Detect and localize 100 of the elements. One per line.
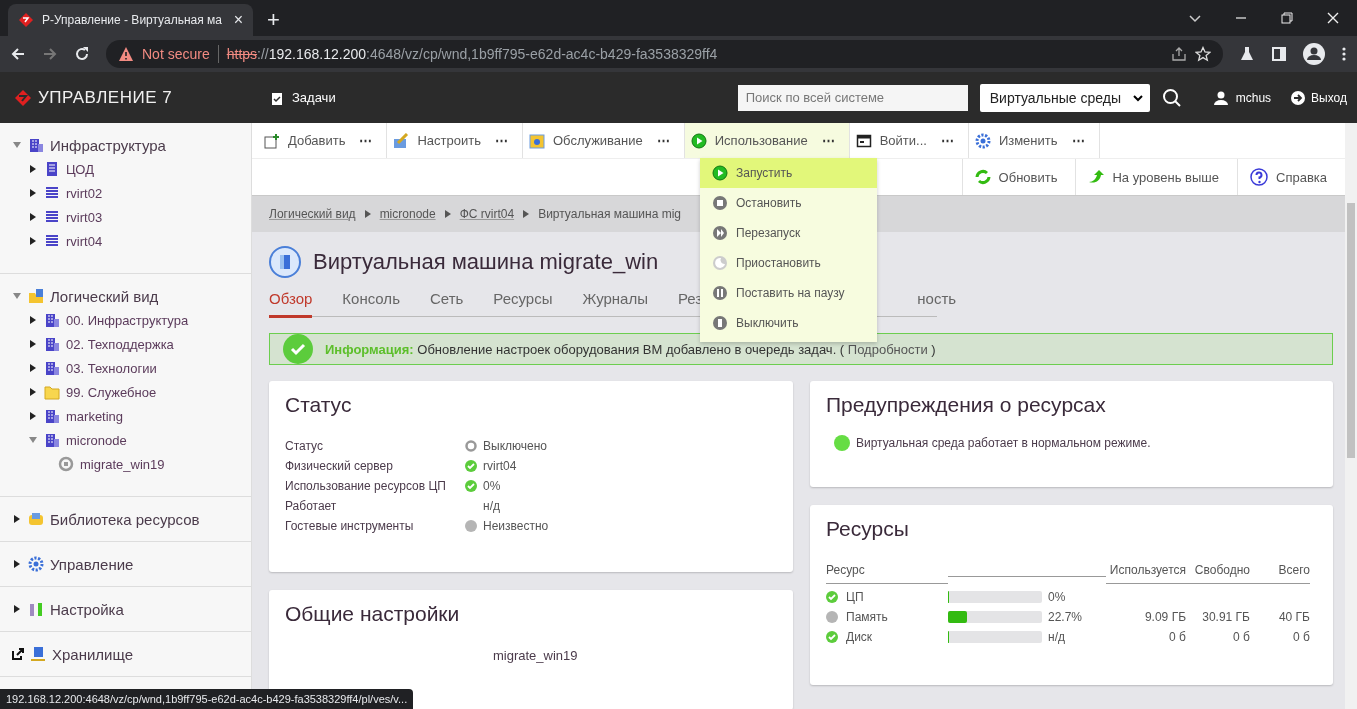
flask-icon[interactable] <box>1239 46 1255 62</box>
tree-item[interactable]: ЦОД <box>66 161 94 177</box>
new-tab-button[interactable]: + <box>261 4 286 36</box>
search-field[interactable]: Поиск по всей системе <box>737 84 968 111</box>
share-icon[interactable] <box>1171 46 1187 62</box>
menu-item[interactable]: Запустить <box>700 158 877 188</box>
tab[interactable]: Сеть <box>429 290 464 318</box>
tree-item[interactable]: 02. Техподдержка <box>66 336 174 352</box>
tab[interactable]: Обзор <box>269 290 313 318</box>
menu-item[interactable]: Поставить на паузу <box>700 278 877 308</box>
check-icon <box>283 334 313 364</box>
toolbar-button[interactable]: Использование ⋯ <box>684 123 850 158</box>
page-title: Виртуальная машина migrate_win <box>313 249 659 275</box>
tab-close-button[interactable]: × <box>233 11 243 29</box>
sidebar-section[interactable]: Логический вид <box>50 287 159 305</box>
collapse-arrow-icon[interactable] <box>12 140 22 150</box>
reload-icon[interactable] <box>74 46 90 62</box>
expand-arrow-icon[interactable] <box>28 188 38 198</box>
menu-item[interactable]: Перезапуск <box>700 218 877 248</box>
building-icon <box>44 360 60 376</box>
logout-icon[interactable] <box>1291 90 1306 105</box>
forward-arrow-icon[interactable] <box>42 46 58 62</box>
tab[interactable]: Журналы <box>582 290 648 318</box>
sidebar-section[interactable]: Управление <box>50 555 134 573</box>
building-icon <box>44 312 60 328</box>
collapse-arrow-icon[interactable] <box>28 435 38 445</box>
restore-icon[interactable] <box>1279 10 1295 26</box>
tree-item[interactable]: migrate_win19 <box>80 456 165 472</box>
more-button[interactable]: ⋯ <box>815 133 835 148</box>
expand-arrow-icon[interactable] <box>28 387 38 397</box>
tree-item[interactable]: rvirt03 <box>66 209 103 225</box>
field-value: rvirt04 <box>483 459 517 473</box>
tab[interactable]: Ресурсы <box>493 290 553 318</box>
expand-arrow-icon[interactable] <box>12 559 22 569</box>
menu-item[interactable]: Выключить <box>700 308 877 338</box>
more-button[interactable]: ⋯ <box>353 133 373 148</box>
storage-icon <box>30 646 46 662</box>
expand-arrow-icon[interactable] <box>28 315 38 325</box>
resource-name: Память <box>846 610 888 624</box>
breadcrumb-link[interactable]: Логический вид <box>269 207 356 221</box>
field-value: 0% <box>483 479 501 493</box>
tab[interactable]: Консоль <box>342 290 400 318</box>
menu-icon[interactable] <box>1341 46 1347 62</box>
expand-arrow-icon[interactable] <box>28 212 38 222</box>
breadcrumb-link[interactable]: ФС rvirt04 <box>459 207 515 221</box>
user-link[interactable]: mchus <box>1235 90 1272 105</box>
tree-item[interactable]: 03. Технологии <box>66 360 157 376</box>
tab[interactable]: ность <box>917 290 957 318</box>
tree-item[interactable]: rvirt02 <box>66 185 103 201</box>
expand-arrow-icon[interactable] <box>28 164 38 174</box>
expand-arrow-icon[interactable] <box>28 236 38 246</box>
more-button[interactable]: ⋯ <box>1065 133 1085 148</box>
vm-icon <box>269 246 301 278</box>
logo-icon <box>18 12 34 28</box>
avatar-icon[interactable] <box>1303 43 1325 65</box>
tasks-link[interactable]: Задачи <box>292 90 336 105</box>
tree-item[interactable]: marketing <box>66 408 124 424</box>
breadcrumb-link[interactable]: micronode <box>379 207 436 221</box>
sidebar-section[interactable]: Настройка <box>50 600 124 618</box>
back-arrow-icon[interactable] <box>10 46 26 62</box>
scrollbar[interactable] <box>1345 123 1357 709</box>
tree-item[interactable]: 99. Служебное <box>66 384 157 400</box>
sidebar-icon[interactable] <box>1271 46 1287 62</box>
usage-percent: 0% <box>1048 590 1067 604</box>
warning-icon <box>118 46 134 62</box>
table-cell: 0 б <box>1293 630 1310 644</box>
usage-percent: 22.7% <box>1048 610 1084 624</box>
logout-link[interactable]: Выход <box>1311 90 1347 105</box>
star-icon[interactable] <box>1195 46 1211 62</box>
browser-tab[interactable]: Р-Управление - Виртуальная ма × <box>8 4 253 36</box>
building-icon <box>44 408 60 424</box>
expand-arrow-icon[interactable] <box>28 339 38 349</box>
expand-arrow-icon[interactable] <box>12 604 22 614</box>
unknown-dot-icon <box>826 611 838 623</box>
close-icon[interactable] <box>1325 10 1341 26</box>
expand-arrow-icon[interactable] <box>28 363 38 373</box>
expand-icon[interactable] <box>12 648 24 660</box>
sidebar-section[interactable]: Библиотека ресурсов <box>50 510 200 528</box>
menu-item[interactable]: Приостановить <box>700 248 877 278</box>
search-icon[interactable] <box>1161 87 1182 108</box>
pause-icon <box>712 285 728 301</box>
expand-arrow-icon[interactable] <box>28 411 38 421</box>
sidebar-section[interactable]: Хранилище <box>52 645 133 663</box>
details-link[interactable]: Подробности <box>847 341 928 357</box>
tree-item[interactable]: micronode <box>66 432 127 448</box>
menu-item[interactable]: Остановить <box>700 188 877 218</box>
more-button[interactable]: ⋯ <box>650 133 670 148</box>
collapse-arrow-icon[interactable] <box>12 291 22 301</box>
tree-item[interactable]: 00. Инфраструктура <box>66 312 189 328</box>
security-warning[interactable]: Not secure <box>142 46 210 62</box>
more-button[interactable]: ⋯ <box>934 133 954 148</box>
url-text[interactable]: https://192.168.12.200:4648/vz/cp/wnd,1b9ff795-e62d-ac4c-b429-fa3538329ff4 <box>226 46 1163 62</box>
scope-dropdown[interactable]: Виртуальные среды <box>979 83 1150 112</box>
sidebar-section[interactable]: Инфраструктура <box>50 136 166 154</box>
expand-arrow-icon[interactable] <box>12 514 22 524</box>
table-cell: 0 б <box>1233 630 1250 644</box>
column-header: Используется <box>1106 563 1186 584</box>
tree-item[interactable]: rvirt04 <box>66 233 103 249</box>
more-button[interactable]: ⋯ <box>489 133 508 148</box>
clipboard-icon[interactable] <box>270 90 284 105</box>
